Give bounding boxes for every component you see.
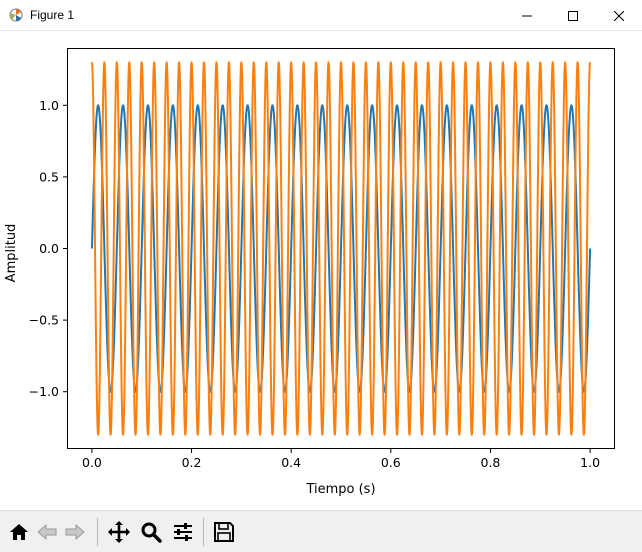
minimize-icon bbox=[522, 15, 532, 16]
y-tick-label: 0.0 bbox=[39, 241, 59, 256]
matplotlib-logo-icon bbox=[9, 8, 23, 22]
toolbar-separator bbox=[97, 518, 98, 546]
pan-icon bbox=[108, 521, 130, 543]
window-title: Figure 1 bbox=[30, 8, 75, 22]
home-button[interactable] bbox=[6, 518, 32, 546]
x-tick-label: 0.8 bbox=[481, 455, 501, 470]
x-tick-label: 0.2 bbox=[182, 455, 202, 470]
figure-canvas[interactable]: 0.0 0.2 0.4 0.6 0.8 1.0 −1.0 −0.5 0.0 0.5 1.0 Tiem… bbox=[0, 31, 642, 510]
x-axis-label: Tiempo (s) bbox=[305, 482, 375, 497]
y-tick-label: −0.5 bbox=[29, 313, 59, 328]
configure-subplots-button[interactable] bbox=[170, 518, 196, 546]
maximize-icon bbox=[568, 10, 578, 21]
back-button[interactable] bbox=[34, 518, 60, 546]
maximize-button[interactable] bbox=[550, 0, 596, 31]
line-chart: 0.0 0.2 0.4 0.6 0.8 1.0 −1.0 −0.5 0.0 0.5 1.0 Tiem… bbox=[4, 48, 615, 497]
y-tick-label: 1.0 bbox=[39, 98, 59, 113]
x-tick-label: 1.0 bbox=[580, 455, 600, 470]
x-tick-label: 0.0 bbox=[82, 455, 102, 470]
series-line-1 bbox=[90, 104, 592, 393]
pan-button[interactable] bbox=[106, 518, 132, 546]
forward-button[interactable] bbox=[62, 518, 88, 546]
toolbar-separator bbox=[203, 518, 204, 546]
x-tick-label: 0.6 bbox=[381, 455, 401, 470]
forward-icon bbox=[65, 523, 85, 541]
x-tick-label: 0.4 bbox=[281, 455, 301, 470]
navigation-toolbar bbox=[0, 510, 642, 552]
minimize-button[interactable] bbox=[504, 0, 550, 31]
y-axis-label: Amplitud bbox=[4, 224, 19, 283]
title-bar: Figure 1 bbox=[0, 0, 642, 31]
zoom-button[interactable] bbox=[138, 518, 164, 546]
close-button[interactable] bbox=[596, 0, 642, 31]
save-icon bbox=[214, 522, 234, 542]
configure-subplots-icon bbox=[174, 523, 192, 541]
close-icon bbox=[614, 10, 624, 21]
back-icon bbox=[37, 523, 57, 541]
zoom-icon bbox=[141, 522, 162, 543]
home-icon bbox=[10, 524, 28, 540]
y-tick-label: 0.5 bbox=[39, 169, 59, 184]
save-button[interactable] bbox=[211, 518, 237, 546]
y-tick-label: −1.0 bbox=[29, 384, 59, 399]
series-layer bbox=[90, 61, 592, 436]
